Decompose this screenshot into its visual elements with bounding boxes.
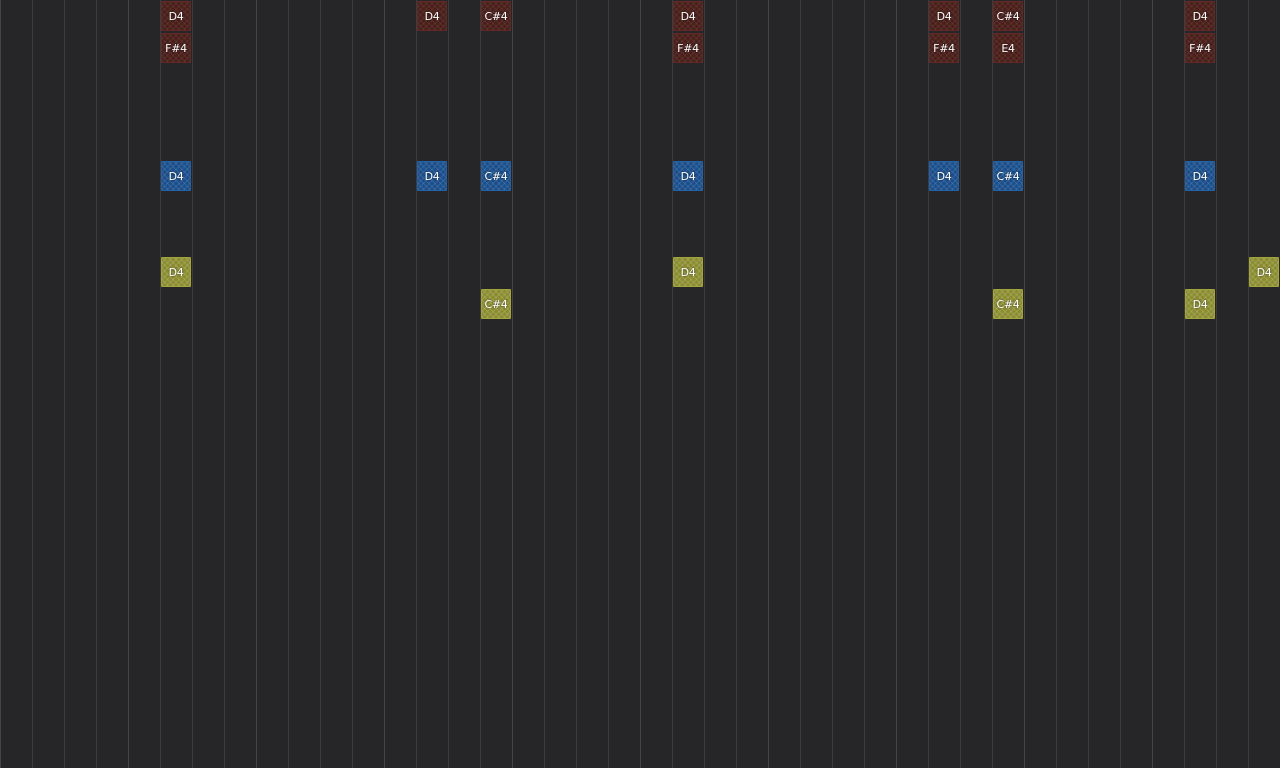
grid-column-line	[832, 0, 833, 768]
grid-column-line	[576, 0, 577, 768]
grid-column-line	[480, 0, 481, 768]
grid-column-line	[416, 0, 417, 768]
grid-column-line	[128, 0, 129, 768]
grid-column-line	[96, 0, 97, 768]
note-block-olive[interactable]: D4	[1249, 257, 1279, 287]
note-block-red[interactable]: C#4	[481, 1, 511, 31]
note-block-blue[interactable]: D4	[673, 161, 703, 191]
note-block-olive[interactable]: C#4	[993, 289, 1023, 319]
note-block-blue[interactable]: D4	[417, 161, 447, 191]
note-block-olive[interactable]: D4	[161, 257, 191, 287]
note-block-red[interactable]: F#4	[161, 33, 191, 63]
note-block-blue[interactable]: D4	[1185, 161, 1215, 191]
grid-column-line	[608, 0, 609, 768]
grid-column-line	[320, 0, 321, 768]
note-block-red[interactable]: D4	[673, 1, 703, 31]
grid-column-line	[1024, 0, 1025, 768]
note-block-red[interactable]: D4	[1185, 1, 1215, 31]
note-block-blue[interactable]: C#4	[481, 161, 511, 191]
note-block-red[interactable]: D4	[929, 1, 959, 31]
grid-column-line	[736, 0, 737, 768]
grid-column-line	[896, 0, 897, 768]
note-block-olive[interactable]: D4	[673, 257, 703, 287]
grid-column-line	[192, 0, 193, 768]
grid-column-line	[256, 0, 257, 768]
grid-column-line	[32, 0, 33, 768]
note-block-blue[interactable]: D4	[161, 161, 191, 191]
grid-column-line	[1088, 0, 1089, 768]
grid-column-line	[1216, 0, 1217, 768]
grid-column-line	[928, 0, 929, 768]
grid-column-line	[224, 0, 225, 768]
grid-column-line	[1152, 0, 1153, 768]
grid-column-line	[0, 0, 1, 768]
note-block-red[interactable]: F#4	[673, 33, 703, 63]
note-block-blue[interactable]: D4	[929, 161, 959, 191]
note-block-red[interactable]: D4	[417, 1, 447, 31]
grid-column-line	[160, 0, 161, 768]
grid-column-line	[288, 0, 289, 768]
grid-column-line	[768, 0, 769, 768]
grid-column-line	[352, 0, 353, 768]
piano-roll-grid[interactable]: D4 F#4 D4 C#4 D4 F#4 D4 F#4 C#4 E4 D4 F#4 D4 D4 C#4 D4 D…	[0, 0, 1280, 768]
note-block-olive[interactable]: C#4	[481, 289, 511, 319]
grid-column-line	[512, 0, 513, 768]
grid-column-line	[448, 0, 449, 768]
note-block-red[interactable]: E4	[993, 33, 1023, 63]
grid-column-line	[864, 0, 865, 768]
note-block-red[interactable]: C#4	[993, 1, 1023, 31]
grid-column-line	[640, 0, 641, 768]
grid-column-line	[64, 0, 65, 768]
grid-column-line	[672, 0, 673, 768]
grid-column-line	[960, 0, 961, 768]
grid-column-line	[800, 0, 801, 768]
grid-column-line	[1184, 0, 1185, 768]
note-block-red[interactable]: D4	[161, 1, 191, 31]
note-block-olive[interactable]: D4	[1185, 289, 1215, 319]
grid-column-line	[992, 0, 993, 768]
grid-column-line	[1120, 0, 1121, 768]
grid-column-line	[544, 0, 545, 768]
grid-column-line	[704, 0, 705, 768]
grid-column-line	[1248, 0, 1249, 768]
grid-column-line	[1056, 0, 1057, 768]
note-block-blue[interactable]: C#4	[993, 161, 1023, 191]
grid-column-line	[384, 0, 385, 768]
note-block-red[interactable]: F#4	[1185, 33, 1215, 63]
note-block-red[interactable]: F#4	[929, 33, 959, 63]
